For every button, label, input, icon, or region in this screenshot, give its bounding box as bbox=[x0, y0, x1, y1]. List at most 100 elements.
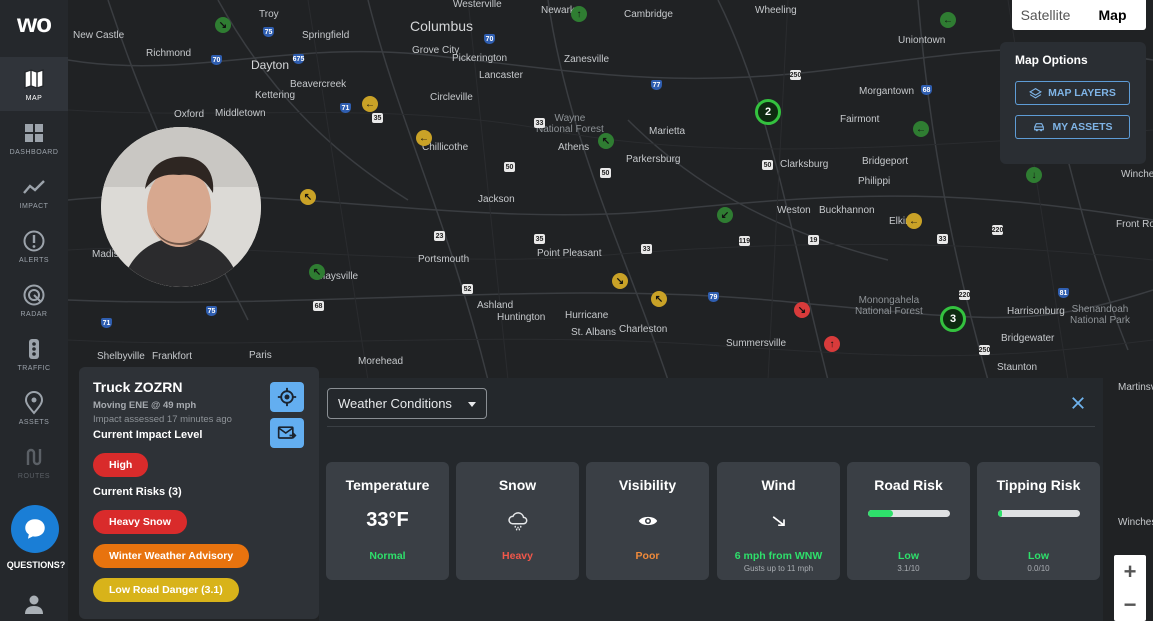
asset-marker[interactable]: ↑ bbox=[571, 6, 587, 22]
sidebar-item-label: ALERTS bbox=[18, 256, 50, 264]
city-label: Cambridge bbox=[624, 9, 673, 20]
routes-icon bbox=[26, 448, 42, 465]
city-label: Zanesville bbox=[564, 54, 610, 65]
highway-shield: 33 bbox=[534, 118, 545, 128]
asset-marker[interactable]: ↖ bbox=[651, 291, 667, 307]
card-status: Poor bbox=[635, 550, 660, 562]
asset-marker[interactable]: ↖ bbox=[300, 189, 316, 205]
asset-marker[interactable]: ← bbox=[940, 12, 956, 28]
map-button[interactable]: Map bbox=[1079, 0, 1146, 30]
presenter-image bbox=[101, 127, 261, 287]
chevron-down-icon bbox=[468, 402, 476, 407]
highway-shield: 71 bbox=[340, 103, 351, 113]
asset-marker[interactable]: ↘ bbox=[612, 273, 628, 289]
user-icon[interactable] bbox=[22, 592, 46, 616]
asset-marker[interactable]: ↓ bbox=[1026, 167, 1042, 183]
questions-label: QUESTIONS? bbox=[6, 560, 66, 570]
city-label: Fairmont bbox=[840, 114, 880, 125]
asset-cluster[interactable]: 2 bbox=[755, 99, 781, 125]
sidebar-item-impact[interactable]: IMPACT bbox=[0, 165, 68, 219]
asset-cluster[interactable]: 3 bbox=[940, 306, 966, 332]
asset-marker[interactable]: ← bbox=[416, 130, 432, 146]
tipping-risk-fill bbox=[997, 510, 1003, 517]
car-icon bbox=[1034, 122, 1045, 131]
locate-truck-button[interactable] bbox=[270, 382, 304, 412]
weather-card-road-risk: Road Risk Low 3.1/10 bbox=[847, 462, 970, 580]
map-layers-button[interactable]: MAP LAYERS bbox=[1015, 81, 1130, 105]
send-message-button[interactable] bbox=[270, 418, 304, 448]
card-status: Normal bbox=[369, 550, 406, 562]
highway-shield: 19 bbox=[808, 235, 819, 245]
panel-divider bbox=[327, 426, 1095, 427]
city-label: Buckhannon bbox=[819, 205, 875, 216]
city-label: Charleston bbox=[619, 324, 668, 335]
sidebar-item-label: RADAR bbox=[20, 310, 48, 318]
city-label: Newark bbox=[541, 5, 575, 16]
city-label: Pickerington bbox=[452, 53, 508, 64]
city-label: Beavercreek bbox=[290, 79, 347, 90]
highway-shield: 33 bbox=[937, 234, 948, 244]
weather-conditions-dropdown[interactable]: Weather Conditions bbox=[327, 388, 487, 419]
sidebar-item-traffic[interactable]: TRAFFIC bbox=[0, 327, 68, 381]
satellite-button[interactable]: Satellite bbox=[1012, 0, 1079, 30]
crosshair-icon bbox=[277, 387, 297, 407]
highway-shield: 81 bbox=[1058, 288, 1069, 298]
app-logo[interactable]: wo bbox=[0, 0, 68, 46]
city-label: Summersville bbox=[726, 338, 787, 349]
city-label: Clarksburg bbox=[780, 159, 829, 170]
sidebar-item-routes[interactable]: ROUTES bbox=[0, 435, 68, 489]
highway-shield: 75 bbox=[263, 27, 274, 37]
weather-card-tipping-risk: Tipping Risk Low 0.0/10 bbox=[977, 462, 1100, 580]
my-assets-button[interactable]: MY ASSETS bbox=[1015, 115, 1130, 139]
zoom-control: + − bbox=[1114, 555, 1146, 621]
asset-marker[interactable]: ↘ bbox=[215, 17, 231, 33]
city-label: Springfield bbox=[302, 30, 350, 41]
asset-marker[interactable]: ← bbox=[906, 213, 922, 229]
city-label: Winchester bbox=[1121, 169, 1153, 180]
card-title: Road Risk bbox=[874, 477, 943, 493]
city-label: Martinsville bbox=[1118, 382, 1153, 393]
highway-shield: 250 bbox=[789, 70, 802, 80]
radar-icon bbox=[23, 284, 45, 305]
city-label: Shelbyville bbox=[97, 351, 145, 362]
sidebar-item-alerts[interactable]: ALERTS bbox=[0, 219, 68, 273]
card-detail: 0.0/10 bbox=[1027, 564, 1050, 573]
city-label: Harrisonburg bbox=[1007, 306, 1065, 317]
city-label: Uniontown bbox=[898, 35, 946, 46]
city-label: New Castle bbox=[73, 30, 125, 41]
asset-marker[interactable]: ↑ bbox=[824, 336, 840, 352]
zoom-in-button[interactable]: + bbox=[1114, 555, 1146, 588]
weather-panel: Weather Conditions Temperature 33°F Norm… bbox=[319, 378, 1103, 621]
asset-marker[interactable]: ↙ bbox=[717, 207, 733, 223]
asset-marker[interactable]: ← bbox=[913, 121, 929, 137]
city-label: Columbus bbox=[410, 18, 474, 34]
sidebar-item-map[interactable]: MAP bbox=[0, 57, 68, 111]
chat-bubble-icon bbox=[25, 519, 45, 539]
sidebar-item-dashboard[interactable]: DASHBOARD bbox=[0, 111, 68, 165]
city-label: Frankfort bbox=[152, 351, 193, 362]
card-title: Snow bbox=[498, 477, 537, 493]
asset-marker[interactable]: ← bbox=[362, 96, 378, 112]
sidebar-item-radar[interactable]: RADAR bbox=[0, 273, 68, 327]
city-label: Troy bbox=[259, 9, 279, 20]
city-label: Marietta bbox=[649, 126, 686, 137]
zoom-out-button[interactable]: − bbox=[1114, 588, 1146, 621]
weather-card-snow: Snow Heavy bbox=[456, 462, 579, 580]
chat-button[interactable] bbox=[11, 505, 59, 553]
weather-card-temperature: Temperature 33°F Normal bbox=[326, 462, 449, 580]
location-pin-icon bbox=[24, 390, 44, 415]
mail-forward-icon bbox=[277, 426, 297, 439]
highway-shield: 70 bbox=[211, 55, 222, 65]
sidebar-item-label: TRAFFIC bbox=[17, 364, 51, 372]
city-label: Richmond bbox=[146, 48, 192, 59]
alert-icon bbox=[23, 230, 45, 251]
traffic-light-icon bbox=[29, 338, 39, 359]
sidebar-item-assets[interactable]: ASSETS bbox=[0, 381, 68, 435]
city-label: Wheeling bbox=[755, 5, 797, 16]
close-icon[interactable] bbox=[1069, 394, 1087, 412]
asset-marker[interactable]: ↖ bbox=[598, 133, 614, 149]
selected-truck-marker[interactable]: ↘ bbox=[794, 302, 810, 318]
weather-card-visibility: Visibility Poor bbox=[586, 462, 709, 580]
asset-marker[interactable]: ↖ bbox=[309, 264, 325, 280]
sidebar-item-label: DASHBOARD bbox=[9, 148, 59, 156]
